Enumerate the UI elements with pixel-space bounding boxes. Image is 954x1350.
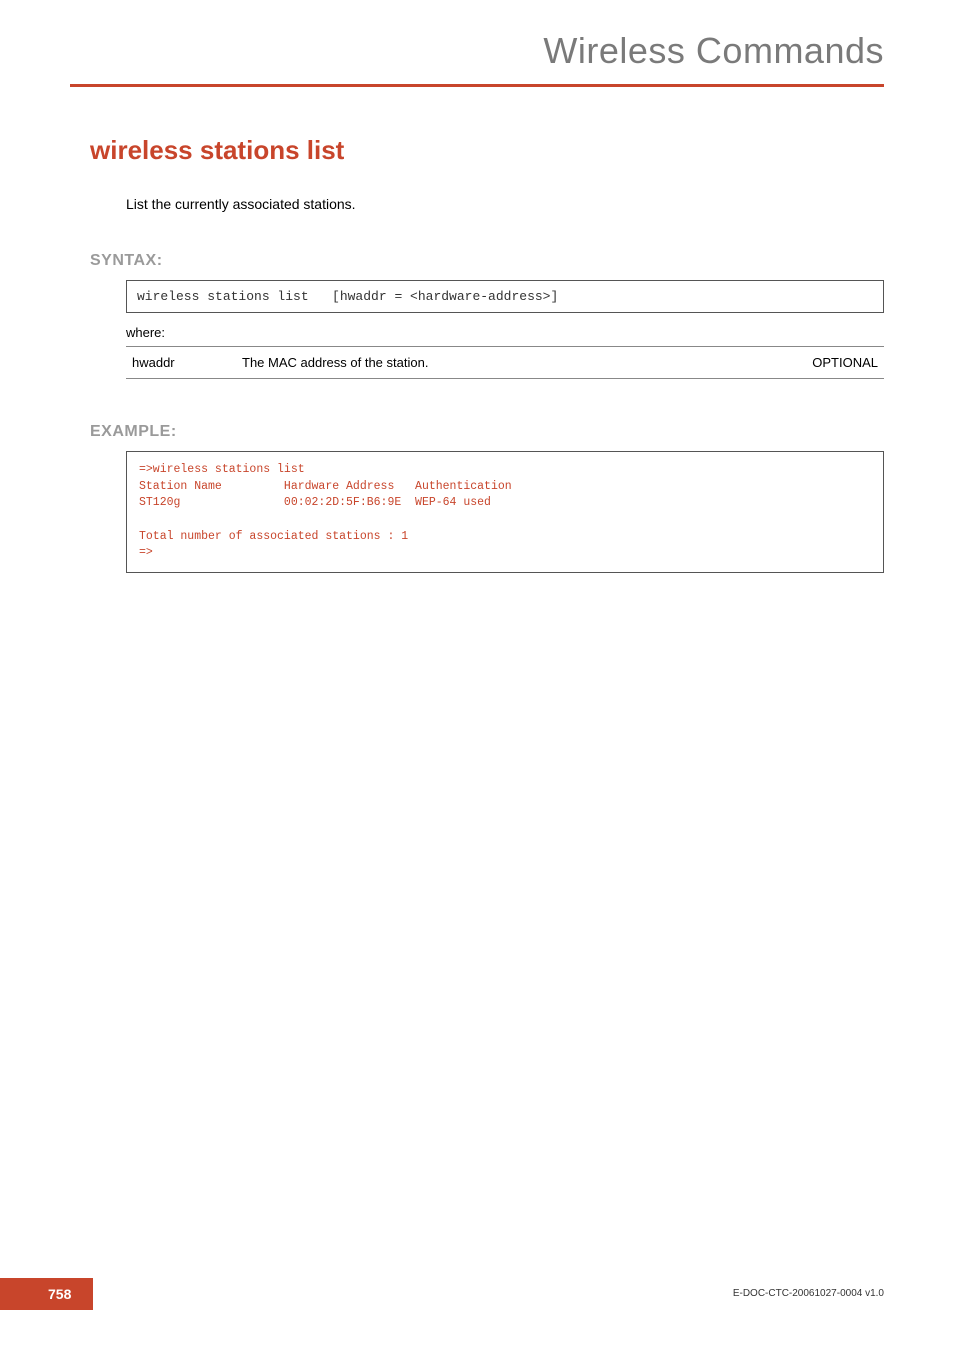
where-label: where: xyxy=(126,325,884,340)
command-title: wireless stations list xyxy=(90,135,884,166)
syntax-box: wireless stations list [hwaddr = <hardwa… xyxy=(126,280,884,313)
table-row: hwaddr The MAC address of the station. O… xyxy=(126,347,884,379)
param-desc: The MAC address of the station. xyxy=(236,347,774,379)
example-label: EXAMPLE: xyxy=(90,423,884,441)
footer: 758 E-DOC-CTC-20061027-0004 v1.0 xyxy=(0,1278,954,1310)
command-description: List the currently associated stations. xyxy=(126,196,884,212)
param-table: hwaddr The MAC address of the station. O… xyxy=(126,346,884,379)
page-number-badge: 758 xyxy=(0,1278,93,1310)
param-optional: OPTIONAL xyxy=(774,347,884,379)
param-name: hwaddr xyxy=(126,347,236,379)
header-rule xyxy=(70,84,884,87)
doc-id: E-DOC-CTC-20061027-0004 v1.0 xyxy=(733,1278,884,1299)
example-box: =>wireless stations list Station Name Ha… xyxy=(126,451,884,573)
syntax-label: SYNTAX: xyxy=(90,252,884,270)
chapter-title: Wireless Commands xyxy=(70,30,884,84)
